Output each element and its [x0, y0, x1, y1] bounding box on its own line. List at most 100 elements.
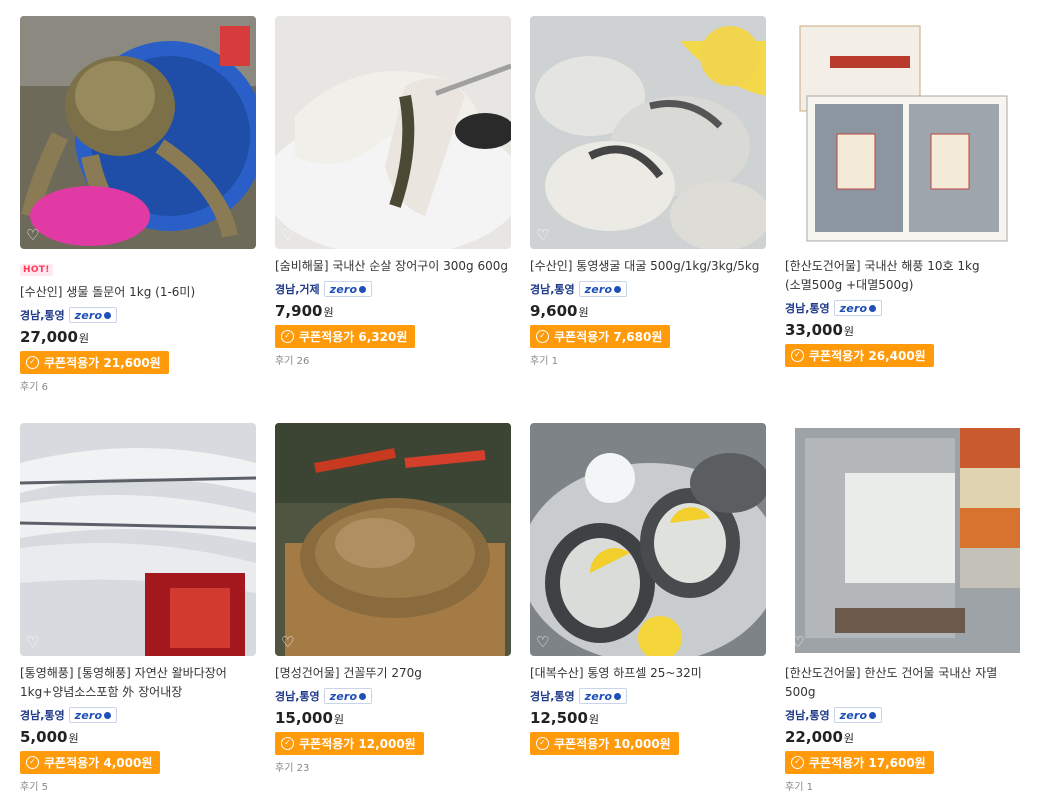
heart-outline-icon[interactable]: ♡	[281, 227, 297, 243]
product-location: 경남,통영	[530, 690, 575, 703]
price-value: 5,000	[20, 728, 68, 746]
review-count[interactable]: 후기 26	[275, 352, 511, 367]
review-count[interactable]: 후기 23	[275, 759, 511, 774]
product-title[interactable]: [명성건어물] 건꼴뚜기 270g	[275, 664, 511, 683]
zero-badge: zero	[578, 281, 628, 297]
check-circle-icon: ✓	[26, 355, 39, 369]
product-card[interactable]: ♡ [숨비해물] 국내산 순살 장어구이 300g 600g 경남,거제 zer…	[275, 16, 511, 367]
zero-badge: zero	[323, 688, 373, 704]
product-location: 경남,통영	[785, 709, 830, 722]
price-unit: 원	[588, 713, 600, 726]
product-card[interactable]: ♡ HOT! [수산인] 생물 돌문어 1kg (1-6미) 경남,통영 zer…	[20, 16, 256, 393]
zero-badge-label: zero	[584, 689, 613, 703]
coupon-price-label: 쿠폰적용가 21,600원	[44, 355, 161, 370]
heart-outline-icon[interactable]: ♡	[281, 634, 297, 650]
heart-outline-icon[interactable]: ♡	[536, 227, 552, 243]
product-image-octopus[interactable]: ♡	[20, 16, 256, 249]
coupon-price-badge: ✓ 쿠폰적용가 12,000원	[275, 731, 424, 755]
product-price: 7,900원	[275, 302, 511, 320]
zero-badge-label: zero	[74, 708, 103, 722]
review-count[interactable]: 후기 1	[530, 352, 766, 367]
zero-badge: zero	[68, 707, 118, 723]
coupon-price-badge: ✓ 쿠폰적용가 10,000원	[530, 731, 679, 755]
zero-dot-icon	[869, 711, 877, 719]
check-circle-icon: ✓	[536, 736, 549, 750]
dried-squid-photo	[275, 423, 511, 656]
product-card[interactable]: ♡ [한산도건어물] 한산도 건어물 국내산 자멸 500g 경남,통영 zer…	[785, 423, 1021, 793]
product-location: 경남,통영	[785, 302, 830, 315]
check-circle-icon: ✓	[281, 329, 294, 343]
zero-badge-label: zero	[329, 689, 358, 703]
review-count[interactable]: 후기 5	[20, 778, 256, 793]
price-unit: 원	[843, 732, 855, 745]
product-price: 5,000원	[20, 728, 256, 746]
product-image-dried-squid[interactable]: ♡	[275, 423, 511, 656]
review-count[interactable]: 후기 6	[20, 378, 256, 393]
check-circle-icon: ✓	[791, 348, 804, 362]
product-image-anchovy-box[interactable]: ♡	[785, 16, 1021, 249]
heart-outline-icon[interactable]: ♡	[26, 227, 42, 243]
product-location: 경남,통영	[20, 309, 65, 322]
product-title[interactable]: [한산도건어물] 한산도 건어물 국내산 자멸 500g	[785, 664, 1021, 702]
price-value: 15,000	[275, 709, 333, 727]
zero-badge-label: zero	[329, 282, 358, 296]
review-count[interactable]: 후기 1	[785, 778, 1021, 793]
zero-badge-label: zero	[839, 708, 868, 722]
price-value: 22,000	[785, 728, 843, 746]
zero-badge-label: zero	[74, 308, 103, 322]
zero-dot-icon	[614, 285, 622, 293]
zero-badge-label: zero	[584, 282, 613, 296]
octopus-photo	[20, 16, 256, 249]
zero-dot-icon	[869, 304, 877, 312]
price-value: 9,600	[530, 302, 578, 320]
price-value: 33,000	[785, 321, 843, 339]
product-title[interactable]: [한산도건어물] 국내산 해풍 10호 1kg (소멸500g +대멸500g)	[785, 257, 1021, 295]
product-image-oyster[interactable]: ♡	[530, 16, 766, 249]
price-unit: 원	[68, 732, 79, 745]
product-title[interactable]: [수산인] 생물 돌문어 1kg (1-6미)	[20, 283, 256, 302]
zero-dot-icon	[614, 692, 622, 700]
product-title[interactable]: [통영해풍] [통영해풍] 자연산 왈바다장어 1kg+양념소스포함 外 장어내…	[20, 664, 256, 702]
zero-badge: zero	[578, 688, 628, 704]
zero-badge: zero	[323, 281, 373, 297]
hot-badge: HOT!	[20, 264, 53, 276]
small-anchovy-box-photo	[785, 423, 1021, 656]
product-title[interactable]: [수산인] 통영생굴 대굴 500g/1kg/3kg/5kg	[530, 257, 766, 276]
product-location: 경남,통영	[20, 709, 65, 722]
coupon-price-badge: ✓ 쿠폰적용가 6,320원	[275, 324, 416, 348]
product-image-half-shell-oyster[interactable]: ♡	[530, 423, 766, 656]
product-card[interactable]: ♡ [통영해풍] [통영해풍] 자연산 왈바다장어 1kg+양념소스포함 外 장…	[20, 423, 256, 793]
product-card[interactable]: ♡ [대복수산] 통영 하프셀 25~32미 경남,통영 zero 12,500…	[530, 423, 766, 755]
product-card[interactable]: ♡ [한산도건어물] 국내산 해풍 10호 1kg (소멸500g +대멸500…	[785, 16, 1021, 367]
coupon-price-label: 쿠폰적용가 7,680원	[554, 329, 663, 344]
price-value: 12,500	[530, 709, 588, 727]
coupon-price-badge: ✓ 쿠폰적용가 17,600원	[785, 750, 934, 774]
product-price: 9,600원	[530, 302, 766, 320]
eel-fillet-photo	[275, 16, 511, 249]
product-image-sea-eel[interactable]: ♡	[20, 423, 256, 656]
oyster-photo	[530, 16, 766, 249]
coupon-price-label: 쿠폰적용가 12,000원	[299, 736, 416, 751]
heart-outline-icon[interactable]: ♡	[791, 227, 807, 243]
price-unit: 원	[578, 306, 589, 319]
heart-outline-icon[interactable]: ♡	[536, 634, 552, 650]
heart-outline-icon[interactable]: ♡	[26, 634, 42, 650]
zero-dot-icon	[359, 692, 367, 700]
sea-eel-photo	[20, 423, 256, 656]
anchovy-gift-box-photo	[785, 16, 1021, 249]
heart-outline-icon[interactable]: ♡	[791, 634, 807, 650]
product-location: 경남,통영	[275, 690, 320, 703]
price-unit: 원	[843, 325, 855, 338]
product-image-eel-fillet[interactable]: ♡	[275, 16, 511, 249]
product-price: 22,000원	[785, 728, 1021, 746]
product-title[interactable]: [숨비해물] 국내산 순살 장어구이 300g 600g	[275, 257, 511, 276]
coupon-price-badge: ✓ 쿠폰적용가 21,600원	[20, 350, 169, 374]
product-title[interactable]: [대복수산] 통영 하프셀 25~32미	[530, 664, 766, 683]
product-price: 15,000원	[275, 709, 511, 727]
product-price: 12,500원	[530, 709, 766, 727]
zero-dot-icon	[104, 311, 112, 319]
product-image-small-anchovy[interactable]: ♡	[785, 423, 1021, 656]
product-card[interactable]: ♡ [수산인] 통영생굴 대굴 500g/1kg/3kg/5kg 경남,통영 z…	[530, 16, 766, 367]
product-card[interactable]: ♡ [명성건어물] 건꼴뚜기 270g 경남,통영 zero 15,000원 ✓…	[275, 423, 511, 774]
product-grid: ♡ HOT! [수산인] 생물 돌문어 1kg (1-6미) 경남,통영 zer…	[0, 0, 1037, 807]
